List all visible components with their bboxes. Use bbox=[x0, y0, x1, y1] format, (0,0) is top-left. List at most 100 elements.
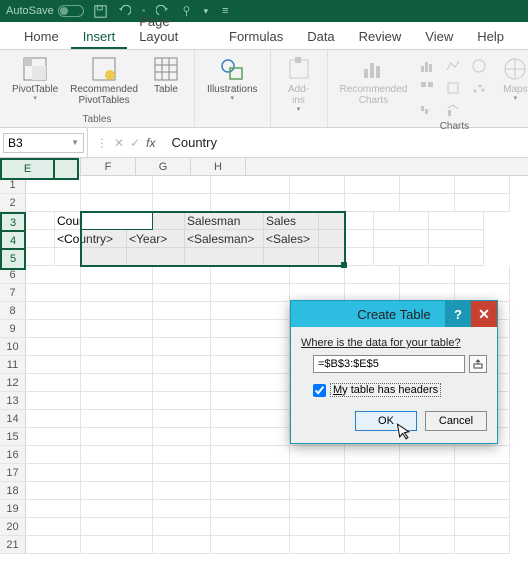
hierarchy-chart-icon[interactable] bbox=[415, 78, 439, 99]
cell-G5[interactable] bbox=[374, 248, 429, 266]
cell-E16[interactable] bbox=[290, 446, 345, 464]
cell-D21[interactable] bbox=[211, 536, 290, 554]
cell-F1[interactable] bbox=[345, 176, 400, 194]
cell-A8[interactable] bbox=[26, 302, 81, 320]
cell-E6[interactable] bbox=[290, 266, 345, 284]
cell-D7[interactable] bbox=[211, 284, 290, 302]
cell-A18[interactable] bbox=[26, 482, 81, 500]
row-header-14[interactable]: 14 bbox=[0, 410, 26, 428]
cell-C8[interactable] bbox=[153, 302, 211, 320]
cell-D19[interactable] bbox=[211, 500, 290, 518]
cell-A10[interactable] bbox=[26, 338, 81, 356]
cell-E3[interactable]: Sales bbox=[264, 212, 319, 230]
cell-B13[interactable] bbox=[81, 392, 153, 410]
cell-F20[interactable] bbox=[345, 518, 400, 536]
cell-D6[interactable] bbox=[211, 266, 290, 284]
cell-D12[interactable] bbox=[211, 374, 290, 392]
fx-icon[interactable]: fx bbox=[146, 136, 155, 150]
cell-F18[interactable] bbox=[345, 482, 400, 500]
cell-B8[interactable] bbox=[81, 302, 153, 320]
cell-E18[interactable] bbox=[290, 482, 345, 500]
row-header-10[interactable]: 10 bbox=[0, 338, 26, 356]
cell-D18[interactable] bbox=[211, 482, 290, 500]
name-box-dropdown-icon[interactable]: ▼ bbox=[71, 138, 79, 147]
cell-C17[interactable] bbox=[153, 464, 211, 482]
cell-C7[interactable] bbox=[153, 284, 211, 302]
tab-insert[interactable]: Insert bbox=[71, 23, 128, 49]
cell-D20[interactable] bbox=[211, 518, 290, 536]
cell-E2[interactable] bbox=[290, 194, 345, 212]
cell-G19[interactable] bbox=[400, 500, 455, 518]
cell-B5[interactable] bbox=[55, 248, 127, 266]
cell-H21[interactable] bbox=[455, 536, 510, 554]
tab-view[interactable]: View bbox=[413, 23, 465, 49]
headers-checkbox-label[interactable]: My table has headers bbox=[330, 383, 441, 397]
cell-C15[interactable] bbox=[153, 428, 211, 446]
enter-formula-icon[interactable]: ✓ bbox=[130, 136, 140, 150]
cell-B14[interactable] bbox=[81, 410, 153, 428]
cell-H20[interactable] bbox=[455, 518, 510, 536]
cell-D17[interactable] bbox=[211, 464, 290, 482]
cell-A21[interactable] bbox=[26, 536, 81, 554]
row-header-15[interactable]: 15 bbox=[0, 428, 26, 446]
col-header-A[interactable]: A bbox=[26, 158, 81, 175]
cell-B11[interactable] bbox=[81, 356, 153, 374]
dialog-close-button[interactable]: ✕ bbox=[471, 301, 497, 327]
cell-F3[interactable] bbox=[319, 212, 374, 230]
tab-data[interactable]: Data bbox=[295, 23, 346, 49]
cell-E19[interactable] bbox=[290, 500, 345, 518]
cell-G16[interactable] bbox=[400, 446, 455, 464]
save-icon[interactable] bbox=[94, 4, 108, 18]
cell-A13[interactable] bbox=[26, 392, 81, 410]
cell-E21[interactable] bbox=[290, 536, 345, 554]
cell-A2[interactable] bbox=[26, 194, 81, 212]
range-input[interactable] bbox=[313, 355, 465, 373]
cell-F2[interactable] bbox=[345, 194, 400, 212]
illustrations-button[interactable]: Illustrations bbox=[203, 54, 262, 105]
cell-F21[interactable] bbox=[345, 536, 400, 554]
cell-F19[interactable] bbox=[345, 500, 400, 518]
cell-A20[interactable] bbox=[26, 518, 81, 536]
cell-D16[interactable] bbox=[211, 446, 290, 464]
cell-H4[interactable] bbox=[429, 230, 484, 248]
cell-A14[interactable] bbox=[26, 410, 81, 428]
cell-A19[interactable] bbox=[26, 500, 81, 518]
cell-G6[interactable] bbox=[400, 266, 455, 284]
name-box[interactable]: B3 ▼ bbox=[3, 133, 84, 153]
cell-H17[interactable] bbox=[455, 464, 510, 482]
row-header-2[interactable]: 2 bbox=[0, 194, 26, 212]
cell-A15[interactable] bbox=[26, 428, 81, 446]
recommended-charts-button[interactable]: Recommended Charts bbox=[336, 54, 412, 121]
qat-overflow[interactable]: ≡ bbox=[222, 5, 228, 17]
stat-chart-icon[interactable] bbox=[441, 78, 465, 99]
dialog-titlebar[interactable]: Create Table ? ✕ bbox=[291, 301, 497, 327]
cell-G20[interactable] bbox=[400, 518, 455, 536]
cell-F16[interactable] bbox=[345, 446, 400, 464]
formula-input[interactable]: Country bbox=[163, 128, 528, 157]
row-header-1[interactable]: 1 bbox=[0, 176, 26, 194]
col-header-F[interactable]: F bbox=[81, 158, 136, 175]
line-chart-icon[interactable] bbox=[441, 56, 465, 77]
cell-B15[interactable] bbox=[81, 428, 153, 446]
cell-A11[interactable] bbox=[26, 356, 81, 374]
row-header-17[interactable]: 17 bbox=[0, 464, 26, 482]
cell-C11[interactable] bbox=[153, 356, 211, 374]
cell-E20[interactable] bbox=[290, 518, 345, 536]
row-header-18[interactable]: 18 bbox=[0, 482, 26, 500]
cell-A9[interactable] bbox=[26, 320, 81, 338]
col-header-H[interactable]: H bbox=[191, 158, 246, 175]
tab-formulas[interactable]: Formulas bbox=[217, 23, 295, 49]
cell-A4[interactable] bbox=[0, 230, 55, 248]
cell-C3[interactable]: Year bbox=[127, 212, 185, 230]
cell-D3[interactable]: Salesman bbox=[185, 212, 264, 230]
select-all-corner[interactable] bbox=[0, 158, 26, 175]
cell-G2[interactable] bbox=[400, 194, 455, 212]
cell-C4[interactable]: <Year> bbox=[127, 230, 185, 248]
waterfall-chart-icon[interactable] bbox=[415, 100, 439, 121]
table-button[interactable]: Table bbox=[146, 54, 186, 108]
maps-button[interactable]: Maps bbox=[495, 54, 528, 121]
cell-C9[interactable] bbox=[153, 320, 211, 338]
cell-B17[interactable] bbox=[81, 464, 153, 482]
row-header-16[interactable]: 16 bbox=[0, 446, 26, 464]
tab-review[interactable]: Review bbox=[347, 23, 414, 49]
